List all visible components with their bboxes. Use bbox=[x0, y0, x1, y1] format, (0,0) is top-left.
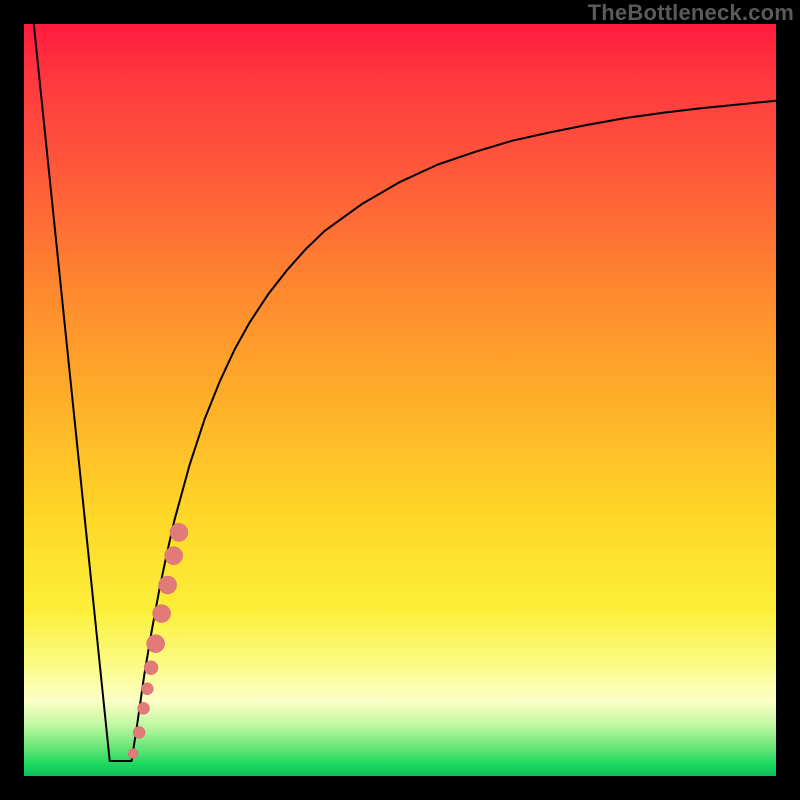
highlight-dot bbox=[144, 661, 158, 675]
highlight-dot bbox=[138, 702, 150, 714]
highlight-dot bbox=[165, 547, 183, 565]
highlight-dot bbox=[141, 683, 153, 695]
highlight-dot bbox=[153, 605, 171, 623]
curve-overlay bbox=[24, 24, 776, 776]
highlight-dot bbox=[159, 576, 177, 594]
highlight-dot bbox=[128, 748, 138, 758]
plot-area bbox=[24, 24, 776, 776]
highlight-dot bbox=[170, 523, 188, 541]
chart-frame: TheBottleneck.com bbox=[0, 0, 800, 800]
highlight-dot bbox=[133, 726, 145, 738]
bottleneck-curve bbox=[34, 24, 776, 761]
watermark-text: TheBottleneck.com bbox=[588, 0, 794, 26]
highlight-dot bbox=[147, 635, 165, 653]
